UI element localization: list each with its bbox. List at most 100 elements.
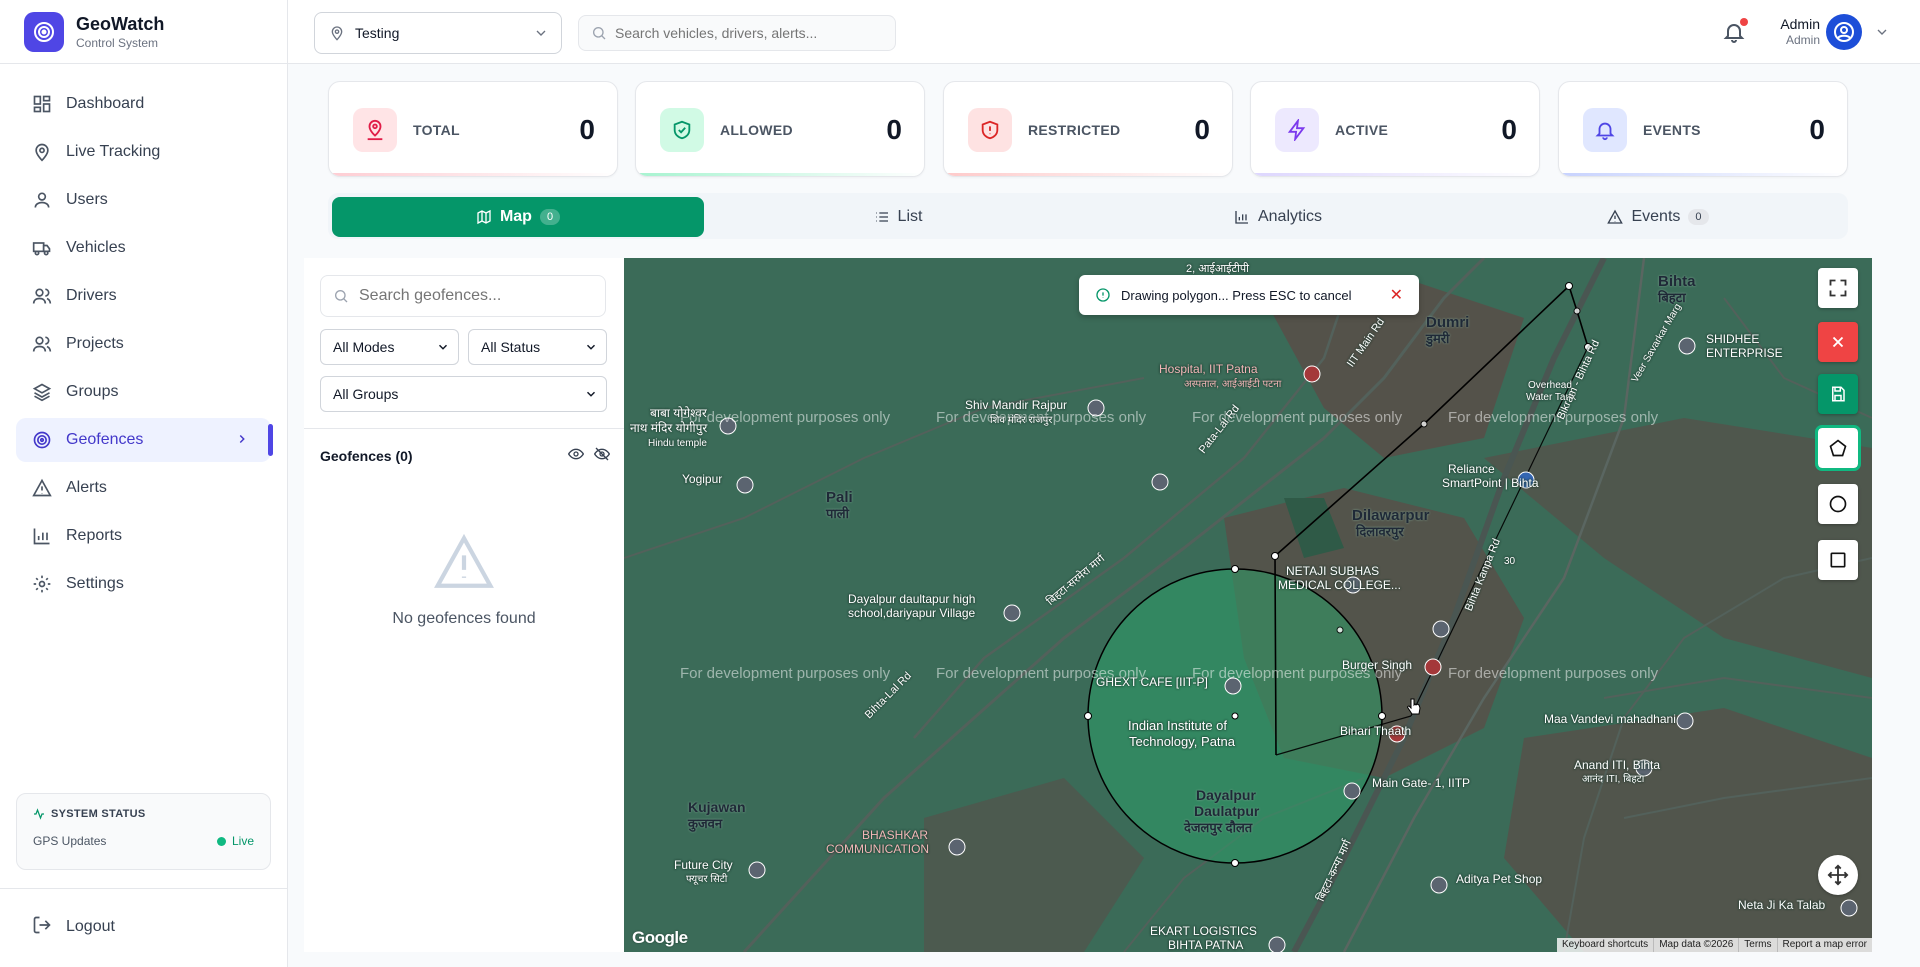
dev-watermark: For development purposes only: [1448, 409, 1659, 426]
map-label: Maa Vandevi mahadhani: [1544, 712, 1676, 726]
users-icon: [32, 334, 52, 354]
map-canvas[interactable]: For development purposes only For develo…: [624, 258, 1872, 952]
status-filter-value: All Status: [481, 339, 541, 355]
map-label: Reliance: [1448, 462, 1495, 476]
map-label: पाली: [826, 506, 849, 521]
group-filter-value: All Groups: [333, 386, 399, 402]
user-menu-chevron-icon[interactable]: [1874, 24, 1890, 45]
sidebar-item-geofences[interactable]: Geofences: [16, 418, 273, 462]
group-filter-select[interactable]: All Groups: [320, 376, 607, 412]
shield-alert-icon: [968, 108, 1012, 152]
warning-icon: [32, 478, 52, 498]
tab-map[interactable]: Map 0: [332, 197, 704, 237]
map-label: 30: [1504, 556, 1516, 567]
sidebar-item-vehicles[interactable]: Vehicles: [16, 226, 271, 270]
map-label: ENTERPRISE: [1706, 346, 1783, 360]
live-dot: [216, 836, 226, 846]
sidebar-item-label: Settings: [66, 575, 124, 592]
fullscreen-button[interactable]: [1818, 268, 1858, 308]
draw-polygon-button[interactable]: [1815, 425, 1861, 471]
map-label: Dayalpur daultapur high: [848, 592, 976, 606]
map-label: Hospital, IIT Patna: [1159, 362, 1258, 376]
stat-bar: [636, 173, 924, 176]
sidebar-item-users[interactable]: Users: [16, 178, 271, 222]
save-geofence-button[interactable]: [1818, 374, 1858, 414]
mode-filter-select[interactable]: All Modes: [320, 329, 459, 365]
map-pin-user-icon: [353, 108, 397, 152]
project-select[interactable]: Testing: [314, 12, 562, 54]
tab-list[interactable]: List: [712, 197, 1084, 237]
stat-label: EVENTS: [1643, 122, 1701, 138]
eye-off-icon[interactable]: [594, 446, 610, 462]
global-search: [578, 15, 896, 51]
brand-logo[interactable]: [24, 11, 64, 52]
tab-analytics[interactable]: Analytics: [1092, 197, 1464, 237]
map-label: SHIDHEE: [1706, 332, 1760, 346]
sidebar-item-reports[interactable]: Reports: [16, 514, 271, 558]
draw-circle-button[interactable]: [1818, 484, 1858, 524]
sidebar-item-settings[interactable]: Settings: [16, 562, 271, 606]
empty-state-text: No geofences found: [392, 610, 536, 627]
sidebar-nav: Dashboard Live Tracking Users Vehicles D…: [0, 64, 287, 606]
sidebar-item-groups[interactable]: Groups: [16, 370, 271, 414]
map-label: Hindu temple: [648, 438, 707, 449]
logout-label: Logout: [66, 918, 115, 935]
map-label: Kujawan: [688, 799, 746, 815]
sidebar-item-dashboard[interactable]: Dashboard: [16, 82, 271, 126]
info-icon: [1095, 287, 1111, 303]
tab-events[interactable]: Events 0: [1472, 197, 1844, 237]
stat-card-restricted: RESTRICTED 0: [943, 81, 1233, 177]
avatar[interactable]: [1826, 14, 1862, 50]
map-label: कुजवन: [688, 816, 723, 831]
stat-card-events: EVENTS 0: [1558, 81, 1848, 177]
bell-icon: [1583, 108, 1627, 152]
logout-button[interactable]: Logout: [16, 905, 115, 949]
keyboard-shortcuts-link[interactable]: Keyboard shortcuts: [1557, 938, 1653, 952]
map-label: बाबा योगेश्वर: [650, 406, 707, 420]
google-logo: Google: [632, 928, 688, 947]
notification-button[interactable]: [1722, 18, 1748, 44]
stat-card-active: ACTIVE 0: [1250, 81, 1540, 177]
sidebar-item-live-tracking[interactable]: Live Tracking: [16, 130, 271, 174]
draw-rectangle-button[interactable]: [1818, 540, 1858, 580]
stat-value: 0: [579, 114, 595, 145]
warning-icon: [1607, 209, 1624, 225]
status-badge: Live: [216, 834, 254, 848]
pentagon-icon: [1828, 438, 1848, 458]
tab-count: 0: [1688, 209, 1709, 225]
stat-value: 0: [1809, 114, 1825, 145]
truck-icon: [32, 238, 52, 258]
circle-icon: [1828, 494, 1848, 514]
report-error-link[interactable]: Report a map error: [1776, 938, 1872, 952]
status-filter-select[interactable]: All Status: [468, 329, 607, 365]
map-label: Aditya Pet Shop: [1456, 872, 1543, 886]
cancel-drawing-button[interactable]: [1818, 322, 1858, 362]
divider: [304, 428, 624, 429]
chevron-down-icon: [584, 387, 598, 404]
stat-bar: [1559, 173, 1847, 176]
close-icon[interactable]: ✕: [1390, 285, 1403, 305]
eye-icon[interactable]: [568, 446, 584, 462]
map-label: देजलपुर दौलत: [1184, 820, 1253, 835]
terms-link[interactable]: Terms: [1738, 938, 1776, 952]
sidebar-item-alerts[interactable]: Alerts: [16, 466, 271, 510]
stat-label: TOTAL: [413, 122, 460, 138]
chevron-down-icon: [533, 25, 549, 44]
map-label: अस्पताल, आईआईटी पटना: [1184, 379, 1282, 390]
map-label: Neta Ji Ka Talab: [1738, 898, 1826, 912]
view-tabs: Map 0 List Analytics Events 0: [328, 193, 1848, 239]
map-label: Yogipur: [682, 472, 723, 486]
map-label: नाथ मंदिर योगीपुर: [630, 421, 708, 435]
dashboard-icon: [32, 94, 52, 114]
stat-bar: [944, 173, 1232, 176]
stat-bar: [329, 173, 617, 176]
recenter-button[interactable]: [1818, 855, 1858, 895]
geofence-search-input[interactable]: [359, 287, 599, 305]
search-input[interactable]: [615, 25, 895, 41]
map-label: Bihari Thaath: [1340, 724, 1412, 738]
users-icon: [32, 286, 52, 306]
sidebar-item-projects[interactable]: Projects: [16, 322, 271, 366]
notification-badge: [1740, 18, 1748, 26]
sidebar-item-drivers[interactable]: Drivers: [16, 274, 271, 318]
map-label: EKART LOGISTICS: [1150, 924, 1257, 938]
